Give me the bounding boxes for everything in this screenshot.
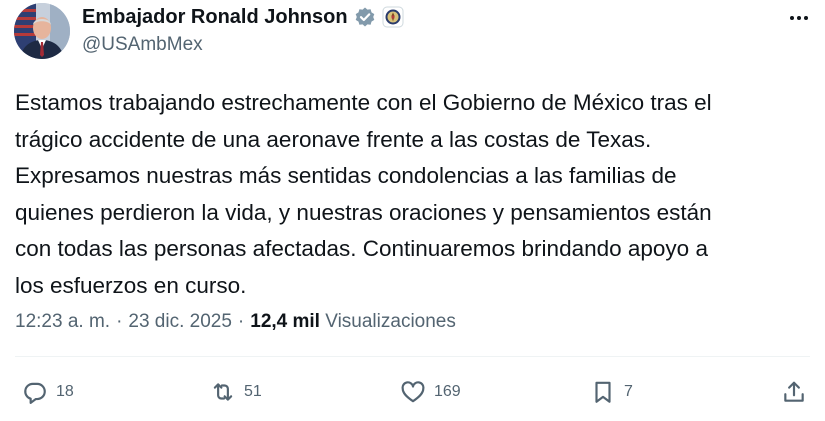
meta-separator: · xyxy=(237,311,245,332)
views-label: Visualizaciones xyxy=(325,311,456,332)
views-count[interactable]: 12,4 mil xyxy=(250,308,320,336)
bookmark-button[interactable]: 7 xyxy=(590,372,633,412)
like-count: 169 xyxy=(434,383,461,400)
avatar-image xyxy=(14,3,70,59)
tweet-text: Estamos trabajando estrechamente con el … xyxy=(15,90,712,298)
repost-count: 51 xyxy=(244,383,262,400)
bookmark-count: 7 xyxy=(624,383,633,400)
heart-icon xyxy=(401,381,425,403)
share-button[interactable] xyxy=(781,372,807,412)
share-icon xyxy=(784,381,804,402)
tweet-meta: 12:23 a. m. · 23 dic. 2025 · 12,4 mil Vi… xyxy=(15,308,456,336)
verified-badge-icon[interactable] xyxy=(354,6,376,28)
action-bar: 18 51 169 7 xyxy=(0,372,825,412)
like-button[interactable]: 169 xyxy=(400,372,461,412)
more-options-button[interactable] xyxy=(787,6,811,30)
author-display-name[interactable]: Embajador Ronald Johnson xyxy=(82,4,348,30)
more-dots-icon xyxy=(790,16,808,20)
reply-icon xyxy=(24,382,46,404)
seal-icon[interactable] xyxy=(382,6,404,28)
tweet-date[interactable]: 23 dic. 2025 xyxy=(128,308,232,336)
meta-separator: · xyxy=(116,311,123,332)
bookmark-icon xyxy=(595,381,611,403)
author-handle[interactable]: @USAmbMex xyxy=(82,33,203,57)
repost-button[interactable]: 51 xyxy=(210,372,262,412)
author-name-row: Embajador Ronald Johnson xyxy=(82,4,404,30)
tweet-card: Embajador Ronald Johnson @USAmbMex Estam… xyxy=(0,0,825,421)
tweet-time[interactable]: 12:23 a. m. xyxy=(15,308,110,336)
reply-count: 18 xyxy=(56,383,74,400)
divider xyxy=(15,356,810,357)
reply-button[interactable]: 18 xyxy=(22,372,74,412)
avatar[interactable] xyxy=(14,3,70,59)
repost-icon xyxy=(213,383,233,401)
